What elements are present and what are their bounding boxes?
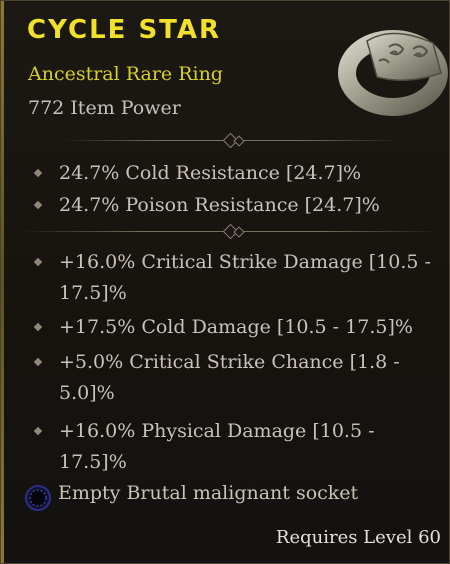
affix-line: +5.0% Critical Strike Chance [1.8 - bbox=[59, 351, 400, 373]
ring-icon bbox=[338, 30, 448, 116]
implicit-cold-resistance: 24.7% Cold Resistance [24.7]% bbox=[59, 162, 362, 184]
affix-line: 17.5]% bbox=[59, 451, 127, 473]
implicit-bullet-icon bbox=[33, 168, 43, 178]
implicit-bullet-icon bbox=[33, 200, 43, 210]
implicit-poison-resistance: 24.7% Poison Resistance [24.7]% bbox=[59, 194, 380, 216]
affix-line: 5.0]% bbox=[59, 382, 115, 404]
divider bbox=[21, 132, 441, 149]
item-type: Ancestral Rare Ring bbox=[28, 63, 223, 85]
divider bbox=[21, 223, 441, 240]
affix-line: 17.5]% bbox=[59, 282, 127, 304]
item-name: CYCLE STAR bbox=[27, 15, 222, 45]
socket-label: Empty Brutal malignant socket bbox=[58, 482, 359, 504]
affix-physical-damage: +16.0% Physical Damage [10.5 - 17.5]% bbox=[59, 416, 439, 478]
affix-bullet-icon bbox=[33, 426, 43, 436]
item-tooltip: CYCLE STAR Ancestral Rare Ring 772 Item … bbox=[0, 0, 450, 564]
affix-line: +17.5% Cold Damage [10.5 - 17.5]% bbox=[59, 316, 413, 338]
affix-cold-damage: +17.5% Cold Damage [10.5 - 17.5]% bbox=[59, 312, 439, 343]
level-requirement: Requires Level 60 bbox=[275, 527, 441, 548]
affix-bullet-icon bbox=[33, 322, 43, 332]
affix-line: +16.0% Critical Strike Damage [10.5 - bbox=[59, 251, 431, 273]
affix-critical-strike-damage: +16.0% Critical Strike Damage [10.5 - 17… bbox=[59, 247, 439, 309]
rarity-border bbox=[1, 1, 4, 563]
affix-bullet-icon bbox=[33, 257, 43, 267]
affix-line: +16.0% Physical Damage [10.5 - bbox=[59, 420, 375, 442]
affix-bullet-icon bbox=[33, 357, 43, 367]
malignant-socket-icon bbox=[25, 485, 51, 511]
affix-critical-strike-chance: +5.0% Critical Strike Chance [1.8 - 5.0]… bbox=[59, 347, 439, 409]
item-power: 772 Item Power bbox=[28, 97, 181, 119]
